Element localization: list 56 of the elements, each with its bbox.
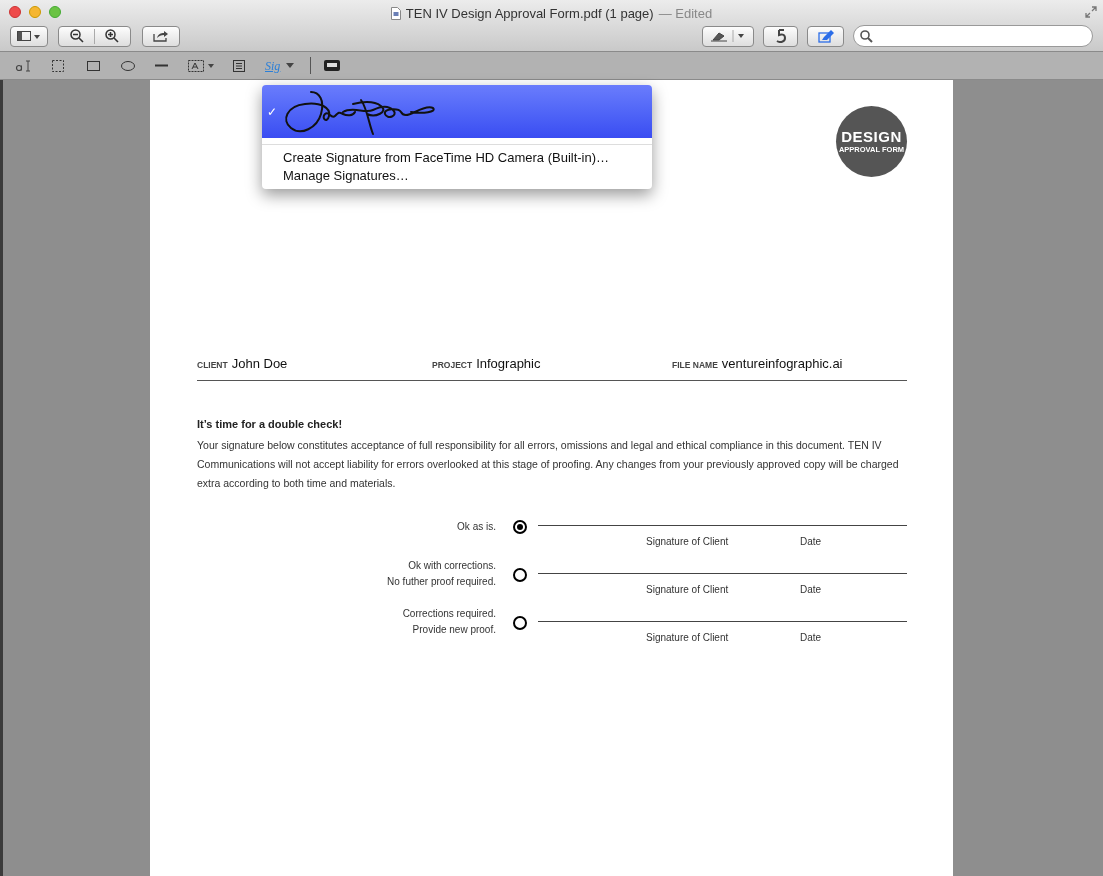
radio-button[interactable]	[513, 519, 527, 534]
menu-item[interactable]: Manage Signatures…	[262, 167, 652, 185]
annotate-menu-button[interactable]	[702, 25, 754, 47]
radio-button[interactable]	[513, 567, 527, 582]
field-value: Infographic	[476, 354, 541, 373]
eraser-icon	[710, 30, 746, 42]
date-caption: Date	[800, 582, 822, 597]
field-value: John Doe	[231, 354, 288, 373]
date-caption: Date	[800, 630, 822, 645]
sidebar-icon	[17, 31, 41, 41]
zoom-out-icon[interactable]	[70, 29, 84, 43]
close-button[interactable]	[9, 6, 21, 18]
markup-toolbar-button[interactable]	[807, 25, 844, 47]
option-label: Corrections required.	[402, 606, 496, 621]
window-title: TEN IV Design Approval Form.pdf (1 page)	[405, 5, 654, 23]
option-label: Provide new proof.	[412, 622, 496, 637]
field-label: CLIENT	[197, 358, 228, 372]
line-icon[interactable]	[155, 64, 168, 67]
signature-caption: Signature of Client	[646, 534, 730, 549]
badge-title: DESIGN	[841, 128, 902, 145]
field-label: FILE NAME	[672, 358, 718, 372]
note-icon[interactable]	[233, 59, 245, 72]
option-label: Ok with corrections.	[408, 558, 496, 573]
option-label: No futher proof required.	[387, 574, 496, 589]
search-icon	[860, 29, 873, 43]
document-icon	[390, 7, 401, 21]
rotate-icon	[774, 29, 787, 43]
rectangular-selection-icon[interactable]	[52, 59, 64, 72]
pen-icon	[817, 29, 834, 43]
fullscreen-icon[interactable]	[1085, 6, 1097, 18]
menu-item[interactable]: Create Signature from FaceTime HD Camera (Built-in)…	[262, 149, 652, 167]
checkmark-icon: ✓	[267, 102, 283, 121]
signature-menu-item[interactable]: ✓	[262, 85, 652, 138]
rotate-button[interactable]	[763, 25, 798, 47]
search-field[interactable]	[853, 25, 1093, 47]
zoom-control[interactable]	[58, 25, 131, 47]
text-selection-icon[interactable]	[15, 59, 31, 72]
signature-caption: Signature of Client	[646, 582, 730, 597]
notice-heading: It’s time for a double check!	[197, 417, 344, 432]
date-caption: Date	[800, 534, 822, 549]
window-icon[interactable]	[324, 60, 341, 71]
option-label: Ok as is.	[457, 519, 496, 534]
caret-icon	[286, 63, 295, 68]
text-box-icon[interactable]	[188, 59, 216, 72]
share-button[interactable]	[142, 25, 180, 47]
radio-button[interactable]	[513, 615, 527, 630]
share-icon	[153, 30, 169, 42]
zoom-in-icon[interactable]	[105, 29, 119, 43]
oval-icon[interactable]	[121, 60, 135, 71]
edited-status: — Edited	[658, 5, 713, 23]
field-value: ventureinfographic.ai	[721, 354, 843, 373]
field-label: PROJECT	[432, 358, 473, 372]
sidebar-view-button[interactable]	[10, 25, 48, 47]
signature-caption: Signature of Client	[646, 630, 730, 645]
rectangle-icon[interactable]	[87, 60, 100, 71]
notice-text: Your signature below constitutes acceptance of full responsibility for all errors, omissions and legal and ethical compliance in this document. TEN IV Communications will not accept liability for errors overlooked at this stage of proofing. Any changes from your previously approved copy will be charged extra according to both time and materials.	[197, 437, 900, 491]
